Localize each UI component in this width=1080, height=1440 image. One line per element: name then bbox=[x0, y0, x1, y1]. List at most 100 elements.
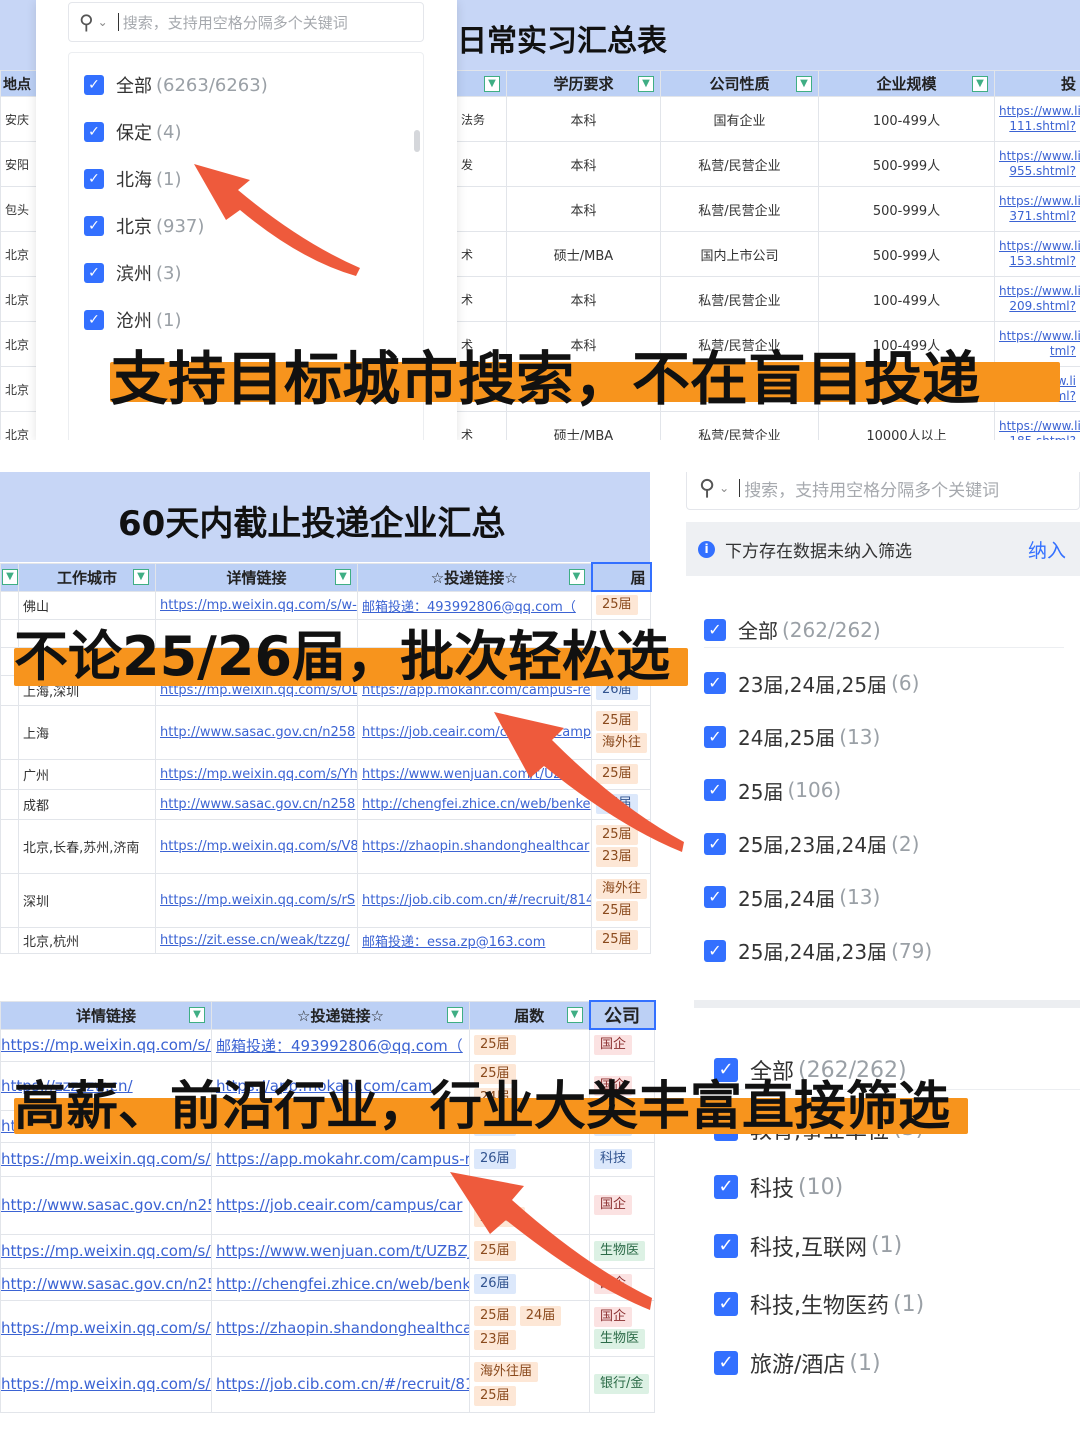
filter-option[interactable]: ✓ 北海 (1) bbox=[84, 166, 182, 192]
detail-link[interactable]: https://mp.weixin.qq.com/s/V8 bbox=[2, 1319, 211, 1337]
col-detail-link[interactable]: 详情链接 ▼ bbox=[0, 1000, 212, 1030]
apply-link[interactable]: https://job.ceair.com/campus/camp bbox=[362, 725, 591, 740]
checkbox-checked-icon[interactable]: ✓ bbox=[704, 832, 726, 855]
detail-link[interactable]: http://www.sasac.gov.cn/n258 bbox=[2, 1275, 211, 1293]
checkbox-checked-icon[interactable]: ✓ bbox=[704, 725, 726, 748]
cell-apply-link[interactable]: https://www.wenjuan.com/t/UZ bbox=[357, 758, 592, 790]
filter-option[interactable]: ✓ 旅游/酒店 (1) bbox=[714, 1347, 881, 1379]
col-batch[interactable]: 届 bbox=[590, 562, 652, 592]
apply-link[interactable]: tml? bbox=[1050, 344, 1076, 358]
checkbox-checked-icon[interactable]: ✓ bbox=[84, 169, 104, 189]
cell-apply-link[interactable]: https://www.li 111.shtml? bbox=[994, 96, 1080, 142]
cell-detail-link[interactable]: https://mp.weixin.qq.com/s/OL bbox=[0, 1141, 212, 1177]
filter-option[interactable]: ✓ 保定 (4) bbox=[84, 119, 182, 145]
apply-link[interactable]: https://www.li bbox=[999, 194, 1080, 208]
detail-link[interactable]: http://www.sasac.gov.cn/n258 bbox=[160, 725, 355, 740]
include-button[interactable]: 纳入 bbox=[1028, 536, 1066, 563]
apply-link[interactable]: 邮箱投递：essa.zp@163.com bbox=[362, 935, 545, 950]
chevron-down-icon[interactable]: ⌄ bbox=[98, 15, 108, 29]
apply-link[interactable]: https://zhaopin.shandonghealthcar bbox=[216, 1319, 469, 1337]
filter-icon[interactable]: ▼ bbox=[189, 1007, 205, 1023]
cell-apply-link[interactable]: https://www.li185.shtml? bbox=[994, 411, 1080, 440]
filter-option[interactable]: ✓ 25届 (106) bbox=[704, 776, 841, 805]
filter-icon[interactable]: ▼ bbox=[566, 1007, 583, 1023]
cell-detail-link[interactable]: https://zit.esse.cn/weak/tzzg/ bbox=[155, 926, 358, 954]
detail-link[interactable]: https://mp.weixin.qq.com/s/OL bbox=[2, 1150, 211, 1168]
cell-apply-link[interactable]: 邮箱投递：essa.zp@163.com bbox=[357, 926, 592, 954]
apply-link[interactable]: 371.shtml? bbox=[1009, 209, 1076, 223]
cell-detail-link[interactable]: http://www.sasac.gov.cn/n258 bbox=[0, 1175, 212, 1235]
filter-icon[interactable]: ▼ bbox=[484, 75, 500, 92]
apply-link[interactable]: https://www.li bbox=[999, 329, 1080, 343]
checkbox-checked-icon[interactable]: ✓ bbox=[704, 939, 726, 962]
detail-link[interactable]: https://mp.weixin.qq.com/s/Yh bbox=[2, 1242, 211, 1260]
apply-link[interactable]: https://job.ceair.com/campus/car bbox=[216, 1196, 462, 1214]
scrollbar[interactable] bbox=[414, 130, 420, 152]
chevron-down-icon[interactable]: ⌄ bbox=[719, 481, 729, 495]
cell-apply-link[interactable]: https://app.mokahr.com/campus-re bbox=[211, 1141, 470, 1177]
filter-option[interactable]: ✓ 25届,23届,24届 (2) bbox=[704, 829, 919, 858]
checkbox-checked-icon[interactable]: ✓ bbox=[84, 75, 104, 95]
cell-apply-link[interactable]: https://www.li 209.shtml? bbox=[994, 276, 1080, 322]
filter-icon[interactable]: ▼ bbox=[133, 569, 149, 585]
filter-icon[interactable]: ▼ bbox=[2, 569, 18, 585]
apply-link[interactable]: https://www.wenjuan.com/t/UZBZJ bbox=[216, 1242, 469, 1260]
checkbox-checked-icon[interactable]: ✓ bbox=[714, 1175, 738, 1200]
col-type[interactable]: ▼ bbox=[456, 70, 507, 97]
checkbox-checked-icon[interactable]: ✓ bbox=[714, 1233, 738, 1258]
col-batch-count[interactable]: 届数 ▼ bbox=[469, 1000, 590, 1030]
cell-detail-link[interactable]: http://www.sasac.gov.cn/n258 bbox=[0, 1267, 212, 1301]
apply-link[interactable]: https://www.li bbox=[999, 149, 1080, 163]
filter-icon[interactable]: ▼ bbox=[796, 75, 812, 92]
filter-option[interactable]: ✓ 沧州 (1) bbox=[84, 307, 182, 333]
col-city[interactable]: 工作城市 ▼ bbox=[18, 562, 156, 592]
apply-link[interactable]: https://job.cib.com.cn/#/recruit/814 bbox=[362, 893, 591, 908]
checkbox-checked-icon[interactable]: ✓ bbox=[704, 779, 726, 801]
filter-option[interactable]: ✓ 25届,24届 (13) bbox=[704, 883, 880, 912]
checkbox-checked-icon[interactable]: ✓ bbox=[84, 216, 104, 236]
apply-link[interactable]: https://app.mokahr.com/campus-re bbox=[216, 1150, 469, 1168]
cell-detail-link[interactable]: http://www.sasac.gov.cn/n258 bbox=[155, 704, 358, 760]
filter-option[interactable]: ✓ 滨州 (3) bbox=[84, 260, 182, 286]
col-company[interactable]: 公司 bbox=[588, 1000, 656, 1030]
checkbox-checked-icon[interactable]: ✓ bbox=[704, 886, 726, 908]
cell-apply-link[interactable]: https://job.ceair.com/campus/camp bbox=[357, 704, 592, 760]
filter-option[interactable]: ✓ 全部 (262/262) bbox=[704, 615, 881, 644]
cell-apply-link[interactable]: http://chengfei.zhice.cn/web/benke bbox=[357, 788, 592, 820]
cell-detail-link[interactable]: https://mp.weixin.qq.com/s/rS bbox=[155, 872, 358, 928]
cell-apply-link[interactable]: https://www.wenjuan.com/t/UZBZJ bbox=[211, 1233, 470, 1269]
apply-link[interactable]: https://www.wenjuan.com/t/UZ bbox=[362, 767, 562, 782]
detail-link[interactable]: https://mp.weixin.qq.com/s/w- bbox=[160, 598, 357, 613]
filter-option[interactable]: ✓ 北京 (937) bbox=[84, 213, 204, 239]
apply-link[interactable]: https://zhaopin.shandonghealthcar bbox=[362, 839, 589, 854]
filter-icon[interactable]: ▼ bbox=[447, 1007, 463, 1023]
filter-icon[interactable]: ▼ bbox=[568, 569, 585, 585]
filter-icon[interactable]: ▼ bbox=[972, 75, 988, 92]
checkbox-checked-icon[interactable]: ✓ bbox=[714, 1292, 738, 1317]
col-company-size[interactable]: 企业规模 ▼ bbox=[818, 70, 995, 97]
checkbox-checked-icon[interactable]: ✓ bbox=[84, 310, 104, 330]
cell-apply-link[interactable]: https://zhaopin.shandonghealthcar bbox=[357, 818, 592, 874]
checkbox-checked-icon[interactable]: ✓ bbox=[84, 263, 104, 283]
cell-apply-link[interactable]: 邮箱投递：493992806@qq.com（ bbox=[211, 1028, 470, 1062]
col-company-nature[interactable]: 公司性质 ▼ bbox=[660, 70, 819, 97]
detail-link[interactable]: https://mp.weixin.qq.com/s/rS bbox=[2, 1375, 211, 1393]
apply-link[interactable]: http://chengfei.zhice.cn/web/benke bbox=[362, 797, 591, 812]
detail-link[interactable]: https://mp.weixin.qq.com/s/rS bbox=[160, 893, 355, 908]
search-input[interactable]: ⚲ ⌄ 搜索，支持用空格分隔多个关键词 bbox=[68, 2, 424, 42]
checkbox-checked-icon[interactable]: ✓ bbox=[84, 122, 104, 142]
cell-detail-link[interactable]: https://mp.weixin.qq.com/s/Yh bbox=[155, 758, 358, 790]
col-apply-link[interactable]: ☆投递链接☆ ▼ bbox=[357, 562, 592, 592]
detail-link[interactable]: http://www.sasac.gov.cn/n258 bbox=[160, 797, 355, 812]
apply-link[interactable]: http://chengfei.zhice.cn/web/benke bbox=[216, 1275, 469, 1293]
cell-apply-link[interactable]: http://chengfei.zhice.cn/web/benke bbox=[211, 1267, 470, 1301]
search-input[interactable]: ⚲ ⌄ 搜索，支持用空格分隔多个关键词 bbox=[686, 472, 1080, 510]
apply-link[interactable]: https://www.li bbox=[999, 239, 1080, 253]
detail-link[interactable]: https://zit.esse.cn/weak/tzzg/ bbox=[160, 933, 350, 948]
cell-apply-link[interactable]: https://www.li 153.shtml? bbox=[994, 231, 1080, 277]
cell-detail-link[interactable]: https://mp.weixin.qq.com/s/V8 bbox=[155, 818, 358, 874]
filter-option[interactable]: ✓ 25届,24届,23届 (79) bbox=[704, 936, 932, 965]
cell-apply-link[interactable]: https://job.ceair.com/campus/car bbox=[211, 1175, 470, 1235]
detail-link[interactable]: https://mp.weixin.qq.com/s/w- bbox=[2, 1036, 211, 1054]
apply-link[interactable]: 邮箱投递：493992806@qq.com（ bbox=[216, 1037, 463, 1055]
